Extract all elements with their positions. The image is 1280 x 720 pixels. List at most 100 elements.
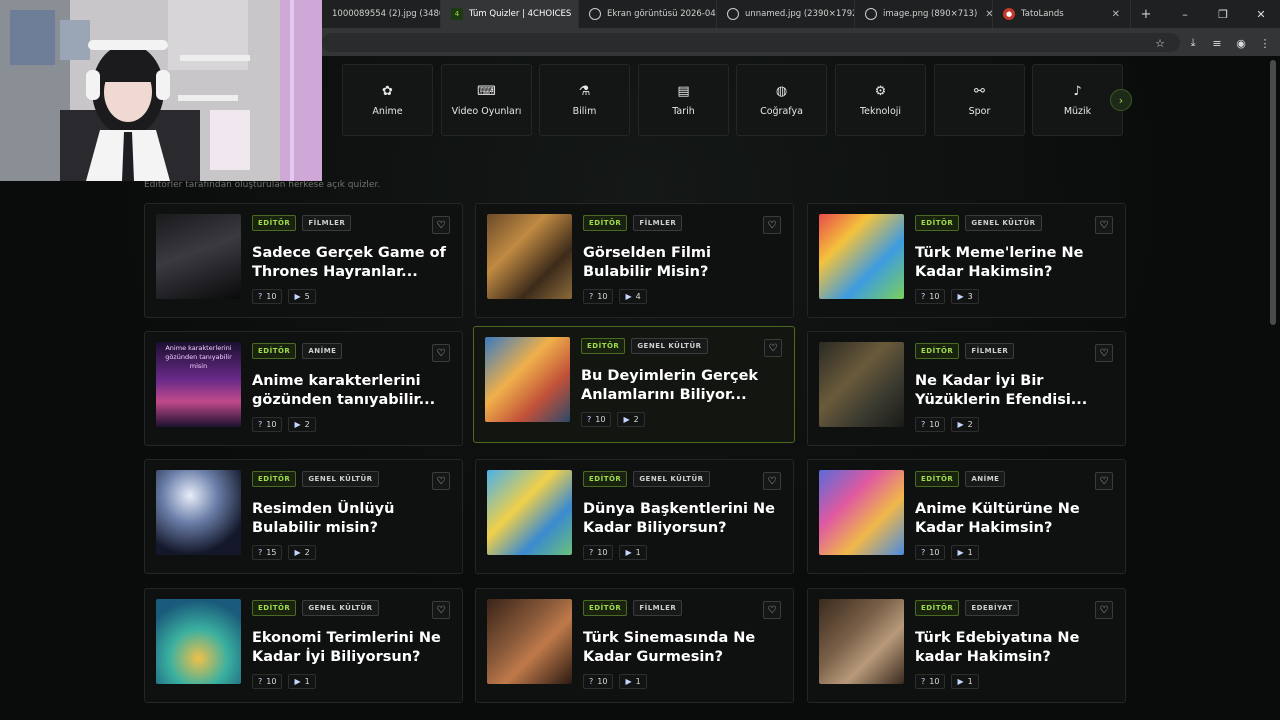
play-count: ▶ 2 [951,417,979,432]
category-anime[interactable]: ✿ Anime [342,64,433,136]
quiz-card[interactable]: EDİTÖR FİLMLER ♡ Görselden Filmi Bulabil… [475,203,794,318]
quiz-card[interactable]: EDİTÖR GENEL KÜLTÜR ♡ Resimden Ünlüyü Bu… [144,459,463,574]
maximize-button[interactable]: ❐ [1204,0,1242,28]
category-badge[interactable]: ANİME [302,343,343,359]
quiz-thumbnail[interactable] [819,342,904,427]
category-technology[interactable]: ⚙ Teknoloji [835,64,926,136]
quiz-title[interactable]: Türk Meme'lerine Ne Kadar Hakimsin? [915,244,1115,282]
quiz-card[interactable]: EDİTÖR GENEL KÜLTÜR ♡ Bu Deyimlerin Gerç… [473,326,795,443]
question-icon: ? [258,292,263,301]
quiz-thumbnail[interactable] [819,470,904,555]
category-badge[interactable]: EDEBİYAT [965,600,1019,616]
quiz-card[interactable]: EDİTÖR EDEBİYAT ♡ Türk Edebiyatına Ne ka… [807,588,1126,703]
quiz-thumbnail[interactable] [487,214,572,299]
quiz-card[interactable]: EDİTÖR GENEL KÜLTÜR ♡ Ekonomi Terimlerin… [144,588,463,703]
quiz-thumbnail[interactable] [487,599,572,684]
browser-tab-5[interactable]: ● TatoLands ✕ [993,0,1131,28]
quiz-stats: ? 10 ▶ 1 [583,545,647,560]
category-badge[interactable]: GENEL KÜLTÜR [302,471,379,487]
menu-icon[interactable]: ⋮ [1256,34,1274,52]
heart-icon[interactable]: ♡ [1095,472,1113,490]
heart-icon[interactable]: ♡ [763,216,781,234]
quiz-card[interactable]: EDİTÖR GENEL KÜLTÜR ♡ Dünya Başkentlerin… [475,459,794,574]
quiz-title[interactable]: Anime Kültürüne Ne Kadar Hakimsin? [915,500,1115,538]
quiz-card[interactable]: EDİTÖR GENEL KÜLTÜR ♡ Türk Meme'lerine N… [807,203,1126,318]
heart-icon[interactable]: ♡ [432,472,450,490]
quiz-title[interactable]: Anime karakterlerini gözünden tanıyabili… [252,372,452,410]
heart-icon[interactable]: ♡ [432,344,450,362]
quiz-title[interactable]: Türk Sinemasında Ne Kadar Gurmesin? [583,629,783,667]
quiz-card[interactable]: EDİTÖR ANİME ♡ Anime Kültürüne Ne Kadar … [807,459,1126,574]
question-count: ? 10 [252,674,283,689]
download-icon[interactable]: ⤓ [1184,34,1202,52]
heart-icon[interactable]: ♡ [763,601,781,619]
quiz-thumbnail[interactable] [819,599,904,684]
quiz-card[interactable]: EDİTÖR FİLMLER ♡ Türk Sinemasında Ne Kad… [475,588,794,703]
category-badge[interactable]: GENEL KÜLTÜR [631,338,708,354]
heart-icon[interactable]: ♡ [1095,216,1113,234]
close-tab-icon[interactable]: ✕ [1104,9,1120,20]
category-badge[interactable]: GENEL KÜLTÜR [965,215,1042,231]
quiz-title[interactable]: Sadece Gerçek Game of Thrones Hayranlar.… [252,244,452,282]
profile-icon[interactable]: ◉ [1232,34,1250,52]
browser-tab-4[interactable]: image.png (890×713) ✕ [855,0,993,28]
quiz-title[interactable]: Ekonomi Terimlerini Ne Kadar İyi Biliyor… [252,629,452,667]
question-count-value: 10 [266,420,277,429]
quiz-thumbnail[interactable] [819,214,904,299]
scrollbar[interactable] [1270,60,1276,325]
quiz-thumbnail[interactable] [156,470,241,555]
heart-icon[interactable]: ♡ [432,216,450,234]
quiz-thumbnail[interactable]: Anime karakterlerini gözünden tanıyabili… [156,342,241,427]
quiz-title[interactable]: Dünya Başkentlerini Ne Kadar Biliyorsun? [583,500,783,538]
address-input[interactable] [322,33,1180,52]
browser-tab-3[interactable]: unnamed.jpg (2390×1792 ✕ [717,0,855,28]
quiz-card[interactable]: EDİTÖR FİLMLER ♡ Sadece Gerçek Game of T… [144,203,463,318]
play-count-value: 2 [967,420,973,429]
category-badge[interactable]: ANİME [965,471,1006,487]
star-icon[interactable]: ☆ [1151,34,1169,52]
quiz-thumbnail[interactable] [485,337,570,422]
question-icon: ? [589,292,594,301]
browser-tab-1[interactable]: 4 Tüm Quizler | 4CHOICES ✕ [441,0,579,28]
category-badge[interactable]: GENEL KÜLTÜR [302,600,379,616]
category-badge[interactable]: FİLMLER [633,600,683,616]
editor-badge: EDİTÖR [252,343,297,359]
quiz-title[interactable]: Ne Kadar İyi Bir Yüzüklerin Efendisi... [915,372,1115,410]
browser-tab-0[interactable]: 1000089554 (2).jpg (3480 ✕ [322,0,441,28]
quiz-title[interactable]: Türk Edebiyatına Ne kadar Hakimsin? [915,629,1115,667]
quiz-card[interactable]: EDİTÖR FİLMLER ♡ Ne Kadar İyi Bir Yüzükl… [807,331,1126,446]
heart-icon[interactable]: ♡ [1095,344,1113,362]
quiz-title[interactable]: Görselden Filmi Bulabilir Misin? [583,244,783,282]
quiz-thumbnail[interactable] [156,214,241,299]
heart-icon[interactable]: ♡ [764,339,782,357]
close-tab-icon[interactable]: ✕ [977,9,992,20]
quiz-stats: ? 10 ▶ 2 [581,412,645,427]
category-geography[interactable]: ◍ Coğrafya [736,64,827,136]
reading-list-icon[interactable]: ≡ [1208,34,1226,52]
category-sport[interactable]: ⚯ Spor [934,64,1025,136]
minimize-button[interactable]: – [1166,0,1204,28]
play-count: ▶ 5 [288,289,316,304]
category-badge[interactable]: FİLMLER [965,343,1015,359]
quiz-thumbnail[interactable] [156,599,241,684]
heart-icon[interactable]: ♡ [763,472,781,490]
quiz-card[interactable]: Anime karakterlerini gözünden tanıyabili… [144,331,463,446]
quiz-title[interactable]: Bu Deyimlerin Gerçek Anlamlarını Biliyor… [581,367,781,405]
close-window-button[interactable]: ✕ [1242,0,1280,28]
quiz-thumbnail[interactable] [487,470,572,555]
heart-icon[interactable]: ♡ [432,601,450,619]
editor-badge: EDİTÖR [581,338,626,354]
close-tab-icon[interactable]: ✕ [571,9,578,20]
category-badge[interactable]: FİLMLER [302,215,352,231]
category-badge[interactable]: GENEL KÜLTÜR [633,471,710,487]
category-history[interactable]: ▤ Tarih [638,64,729,136]
new-tab-button[interactable]: + [1131,0,1161,28]
category-video-games[interactable]: ⌨ Video Oyunları [441,64,532,136]
question-icon: ? [587,415,592,424]
category-badge[interactable]: FİLMLER [633,215,683,231]
browser-tab-2[interactable]: Ekran görüntüsü 2026-04 ✕ [579,0,717,28]
category-science[interactable]: ⚗ Bilim [539,64,630,136]
quiz-title[interactable]: Resimden Ünlüyü Bulabilir misin? [252,500,452,538]
chevron-right-icon[interactable]: › [1110,89,1132,111]
heart-icon[interactable]: ♡ [1095,601,1113,619]
